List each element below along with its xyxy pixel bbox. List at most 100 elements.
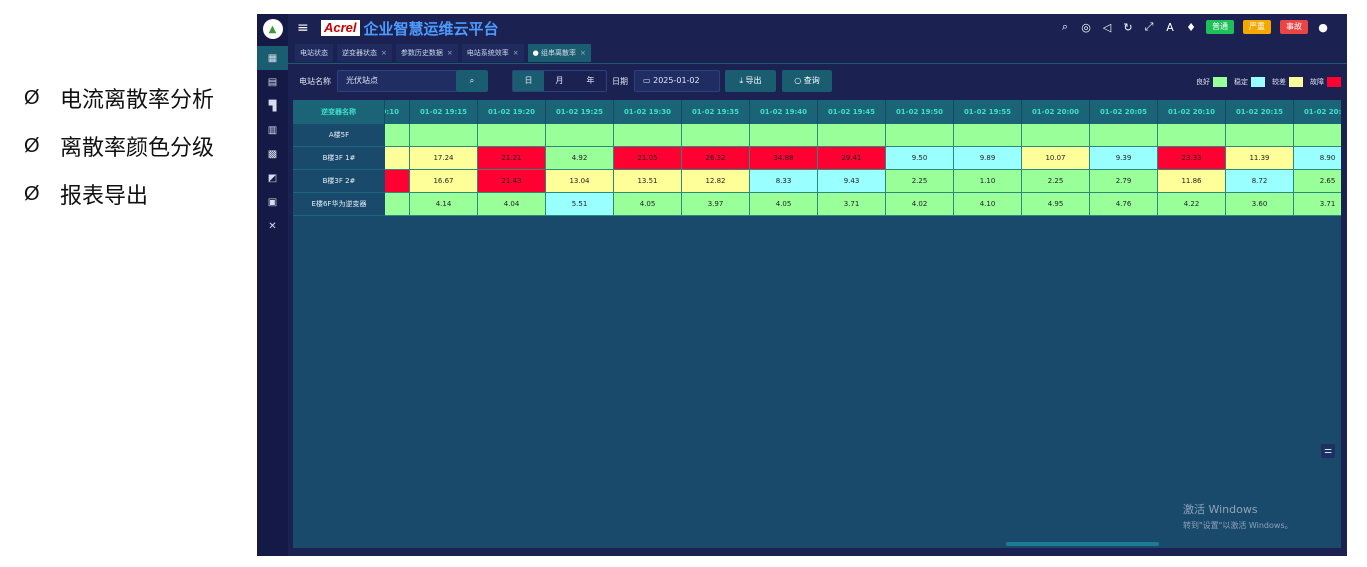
sidebar-item-tools[interactable]: ✕ bbox=[257, 214, 288, 238]
alarm-accident-badge[interactable]: 事故 bbox=[1280, 20, 1308, 34]
dispersion-cell: 21.05 bbox=[614, 147, 682, 170]
dispersion-cell: 26.32 bbox=[682, 147, 750, 170]
dispersion-cell: 8.72 bbox=[1226, 170, 1294, 193]
dispersion-cell bbox=[1090, 124, 1158, 147]
tab-system-efficiency[interactable]: 电站系统效率 × bbox=[461, 44, 524, 62]
dispersion-cell: 4.02 bbox=[886, 193, 954, 216]
dispersion-cell: 5.51 bbox=[546, 193, 614, 216]
query-button[interactable]: ○ 查询 bbox=[782, 70, 832, 92]
time-column: 01-02 20:00 10.07 2.25 4.95 bbox=[1022, 100, 1090, 216]
dispersion-cell: 8.90 bbox=[1294, 147, 1341, 170]
platform-title: 企业智慧运维云平台 bbox=[363, 19, 499, 38]
period-year[interactable]: 年 bbox=[575, 71, 606, 91]
sidebar-item-analysis[interactable]: ◩ bbox=[257, 166, 288, 190]
station-search-button[interactable]: ⌕ bbox=[456, 70, 488, 92]
dispersion-cell: 2.65 bbox=[1294, 170, 1341, 193]
column-header-time: 01-02 19:40 bbox=[750, 100, 818, 124]
sidebar-item-docs[interactable]: ▣ bbox=[257, 190, 288, 214]
sidebar-item-table[interactable]: ▥ bbox=[257, 118, 288, 142]
dispersion-cell: 2.79 bbox=[1090, 170, 1158, 193]
export-button[interactable]: ⤓ 导出 bbox=[725, 70, 776, 92]
alarm-normal-badge[interactable]: 普通 bbox=[1206, 20, 1234, 34]
column-settings-icon[interactable]: ⚌ bbox=[1321, 444, 1335, 458]
dispersion-cell: 13.51 bbox=[614, 170, 682, 193]
tab-station-status[interactable]: 电站状态 bbox=[295, 44, 333, 62]
alarm-severe-badge[interactable]: 严重 bbox=[1243, 20, 1271, 34]
dispersion-cell: 21.21 bbox=[478, 147, 546, 170]
filter-toolbar: 电站名称 光伏站点 ⌕ 日 月 年 日期 ▭ 2025-01-02 ⤓ 导出 ○… bbox=[288, 70, 1347, 94]
dispersion-cell: 4.05 bbox=[750, 193, 818, 216]
column-header-time: 01-02 19:15 bbox=[410, 100, 478, 124]
fullscreen-icon[interactable]: ⤢ bbox=[1143, 20, 1155, 34]
period-selector: 日 月 年 bbox=[512, 70, 607, 92]
dispersion-cell bbox=[1022, 124, 1090, 147]
horizontal-scrollbar[interactable] bbox=[1006, 542, 1159, 546]
dispersion-table: 逆变器名称 A楼5FB楼3F 1#B楼3F 2#E楼6F华为逆变器 01-02 … bbox=[293, 100, 1341, 216]
calendar-icon: ▭ bbox=[643, 76, 654, 85]
dispersion-cell: 29.41 bbox=[818, 147, 886, 170]
tab-inverter-status[interactable]: 逆变器状态 × bbox=[337, 44, 392, 62]
column-header-time: 01-02 19:55 bbox=[954, 100, 1022, 124]
column-header-time: 01-02 20:20 bbox=[1294, 100, 1341, 124]
dispersion-cell bbox=[546, 124, 614, 147]
dispersion-cell bbox=[385, 147, 410, 170]
close-icon[interactable]: × bbox=[513, 49, 519, 57]
sidebar-item-devices[interactable]: ▩ bbox=[257, 142, 288, 166]
sidebar-item-reports[interactable]: ▤ bbox=[257, 70, 288, 94]
dispersion-cell: 16.67 bbox=[410, 170, 478, 193]
period-day[interactable]: 日 bbox=[513, 71, 544, 91]
column-header-time: 01-02 19:35 bbox=[682, 100, 750, 124]
date-label: 日期 bbox=[612, 77, 628, 86]
translate-icon[interactable]: A bbox=[1164, 21, 1176, 34]
dispersion-cell: 4.14 bbox=[410, 193, 478, 216]
help-icon[interactable]: ◎ bbox=[1080, 21, 1092, 34]
sidebar: ▲ ▦ ▤ ▜ ▥ ▩ ◩ ▣ ✕ bbox=[257, 14, 288, 556]
station-label: 电站名称 bbox=[299, 77, 331, 86]
dispersion-cell bbox=[385, 170, 410, 193]
tab-string-dispersion[interactable]: ● 组串离散率 × bbox=[527, 44, 591, 62]
dispersion-cell bbox=[954, 124, 1022, 147]
close-icon[interactable]: × bbox=[447, 49, 453, 57]
theme-icon[interactable]: ♦ bbox=[1185, 21, 1197, 34]
feature-item: Ø 报表导出 bbox=[24, 182, 149, 210]
row-name-cell: B楼3F 1# bbox=[293, 147, 385, 170]
column-header-time: 01-02 19:20 bbox=[478, 100, 546, 124]
search-icon[interactable]: ⌕ bbox=[1059, 20, 1071, 34]
dispersion-cell: 4.95 bbox=[1022, 193, 1090, 216]
column-header-time: 01-02 19:45 bbox=[818, 100, 886, 124]
tab-history-data[interactable]: 参数历史数据 × bbox=[395, 44, 458, 62]
sound-icon[interactable]: ◁ bbox=[1101, 21, 1113, 34]
time-column: 01-02 19:15 17.24 16.67 4.14 bbox=[410, 100, 478, 216]
dispersion-cell bbox=[385, 193, 410, 216]
user-icon[interactable]: ● bbox=[1317, 21, 1329, 34]
column-header-time: 01-02 19:10 bbox=[385, 100, 410, 124]
refresh-icon[interactable]: ↻ bbox=[1122, 21, 1134, 34]
time-column: 01-02 19:10 bbox=[385, 100, 410, 216]
dispersion-cell bbox=[1294, 124, 1341, 147]
dispersion-cell: 4.92 bbox=[546, 147, 614, 170]
dispersion-cell bbox=[385, 124, 410, 147]
dispersion-cell: 3.60 bbox=[1226, 193, 1294, 216]
dispersion-cell: 4.04 bbox=[478, 193, 546, 216]
menu-icon[interactable]: ≡ bbox=[297, 20, 317, 36]
close-icon[interactable]: × bbox=[381, 49, 387, 57]
dispersion-table-panel: 逆变器名称 A楼5FB楼3F 1#B楼3F 2#E楼6F华为逆变器 01-02 … bbox=[293, 100, 1341, 548]
sidebar-item-monitor[interactable]: ▜ bbox=[257, 94, 288, 118]
time-column: 01-02 19:20 21.21 21.43 4.04 bbox=[478, 100, 546, 216]
close-icon[interactable]: × bbox=[580, 49, 586, 57]
dispersion-cell: 9.39 bbox=[1090, 147, 1158, 170]
time-column: 01-02 20:15 11.39 8.72 3.60 bbox=[1226, 100, 1294, 216]
column-header-time: 01-02 19:30 bbox=[614, 100, 682, 124]
date-input[interactable]: ▭ 2025-01-02 bbox=[634, 70, 720, 92]
dispersion-cell: 8.33 bbox=[750, 170, 818, 193]
time-column: 01-02 19:45 29.41 9.43 3.71 bbox=[818, 100, 886, 216]
period-month[interactable]: 月 bbox=[544, 71, 575, 91]
sidebar-item-dashboard[interactable]: ▦ bbox=[257, 46, 288, 70]
logo-icon: ▲ bbox=[262, 19, 283, 39]
table-scroll-area[interactable]: 01-02 19:1001-02 19:1517.2416.674.1401-0… bbox=[385, 100, 1341, 216]
legend-swatch-good bbox=[1213, 77, 1227, 87]
dispersion-cell: 11.86 bbox=[1158, 170, 1226, 193]
dispersion-cell: 21.43 bbox=[478, 170, 546, 193]
station-input[interactable]: 光伏站点 bbox=[337, 70, 457, 92]
column-header-time: 01-02 20:05 bbox=[1090, 100, 1158, 124]
